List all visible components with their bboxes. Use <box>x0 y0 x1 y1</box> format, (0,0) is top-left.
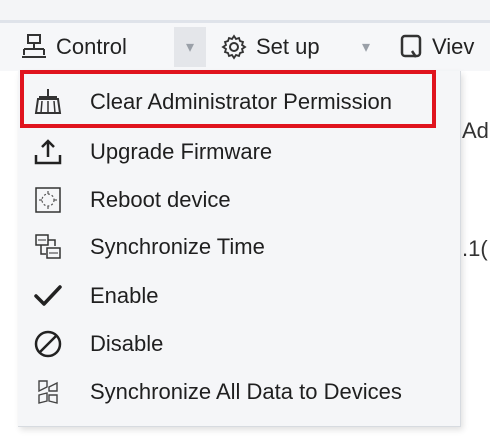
control-menu-button[interactable]: Control <box>20 23 180 71</box>
toolbar: Control ▾ Set up ▾ Viev <box>0 23 490 71</box>
gear-icon <box>220 33 248 61</box>
chevron-down-icon: ▾ <box>361 39 371 56</box>
app-window: Control ▾ Set up ▾ Viev Ad .1(Clear Adm… <box>0 0 490 437</box>
view-menu-button[interactable]: Viev <box>400 23 490 71</box>
menu-item-upgrade-firmware[interactable]: Upgrade Firmware <box>18 129 460 175</box>
menu-item-label: Enable <box>90 283 159 308</box>
top-strip <box>0 0 490 23</box>
chevron-down-icon: ▾ <box>185 39 195 56</box>
checkmark-icon <box>28 276 68 316</box>
view-icon <box>400 33 424 61</box>
menu-item-label: Synchronize All Data to Devices <box>90 379 402 404</box>
menu-item-clear-admin-permission[interactable]: Clear Administrator Permission <box>18 79 460 125</box>
sync-data-icon <box>28 372 68 412</box>
menu-item-label: Upgrade Firmware <box>90 139 273 164</box>
view-label: Viev <box>432 34 475 59</box>
menu-item-disable[interactable]: Disable <box>18 321 460 367</box>
menu-item-label: Clear Administrator Permission <box>90 89 392 114</box>
sync-time-icon <box>28 227 68 267</box>
setup-label: Set up <box>256 34 320 59</box>
menu-item-enable[interactable]: Enable <box>18 273 460 319</box>
control-dropdown-arrow[interactable]: ▾ <box>174 27 206 67</box>
menu-item-label: Disable <box>90 331 164 356</box>
control-dropdown-menu: Clear Administrator Permission Upgrade F… <box>18 71 461 427</box>
disable-icon <box>28 324 68 364</box>
network-icon <box>20 33 48 61</box>
reboot-icon <box>28 180 68 220</box>
broom-icon <box>28 82 68 122</box>
background-column-text: .1( <box>462 236 488 261</box>
setup-menu-button[interactable]: Set up <box>220 23 370 71</box>
menu-item-reboot-device[interactable]: Reboot device <box>18 177 460 223</box>
menu-item-label: Synchronize Time <box>90 234 265 259</box>
menu-item-sync-all-data[interactable]: Synchronize All Data to Devices <box>18 369 460 415</box>
menu-item-synchronize-time[interactable]: Synchronize Time <box>18 224 460 270</box>
upload-icon <box>28 132 68 172</box>
control-label: Control <box>56 34 127 59</box>
setup-dropdown-arrow[interactable]: ▾ <box>352 27 380 67</box>
background-column-text: Ad <box>462 118 489 143</box>
menu-item-label: Reboot device <box>90 187 231 212</box>
